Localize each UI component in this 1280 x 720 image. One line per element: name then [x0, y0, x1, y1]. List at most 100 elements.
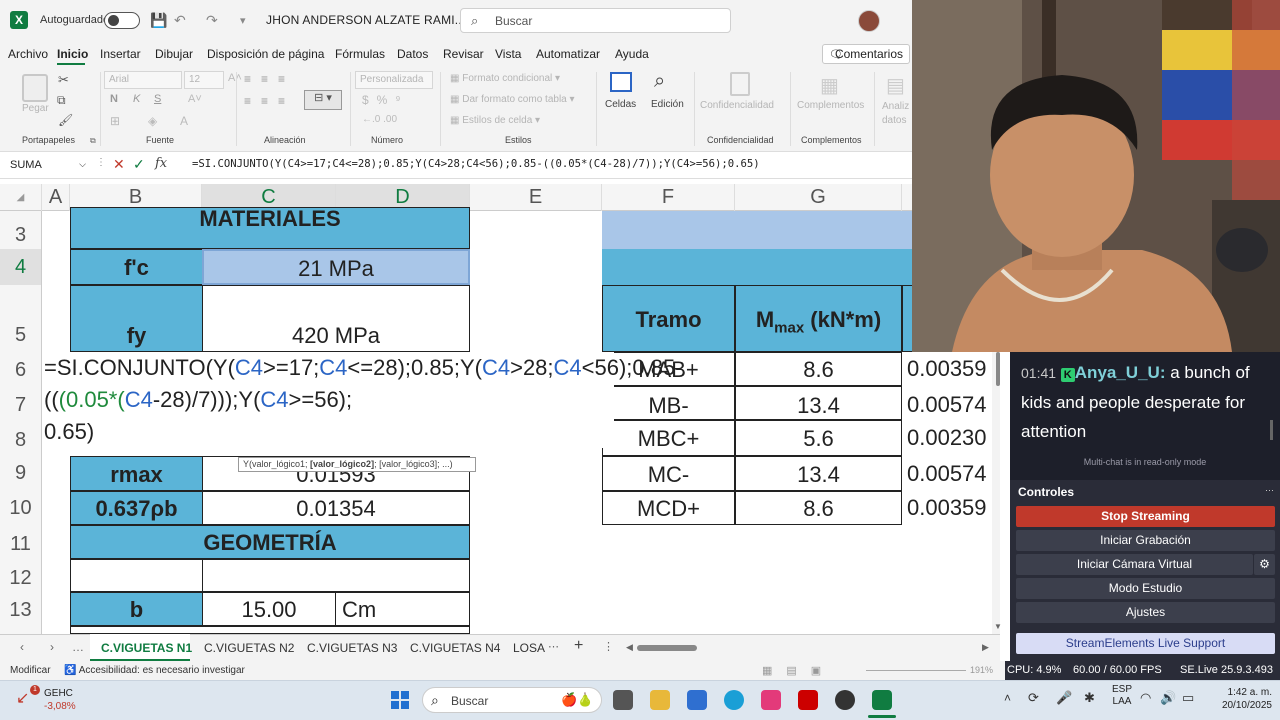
menu-archivo[interactable]: Archivo — [8, 47, 48, 61]
cell-styles-button[interactable]: ▦ Estilos de celda ▾ — [450, 115, 540, 126]
addins-label[interactable]: Complementos — [797, 100, 864, 111]
rpb-label[interactable]: 0.637ρb — [70, 491, 203, 525]
battery-icon[interactable]: ▭ — [1182, 690, 1194, 706]
stock-name[interactable]: GEHC — [44, 688, 73, 699]
conditional-format-button[interactable]: ▦ Formato condicional ▾ — [450, 73, 560, 84]
menu-formulas[interactable]: Fórmulas — [335, 47, 385, 61]
cancel-icon[interactable]: ✕ — [113, 156, 125, 173]
select-all-corner[interactable]: ◢ — [0, 184, 42, 211]
taskbar-search[interactable]: ⌕ Buscar 🍎🍐 — [422, 687, 602, 713]
menu-revisar[interactable]: Revisar — [443, 47, 484, 61]
tab-losa[interactable]: LOSA — [513, 641, 545, 655]
row-header-3[interactable]: 3 — [0, 211, 42, 249]
hscroll-left-icon[interactable]: ◀ — [626, 642, 633, 653]
currency-percent-icons[interactable]: $%⁹ — [362, 93, 408, 107]
more-sheets-icon[interactable]: … — [72, 640, 84, 654]
view-mode-icons[interactable]: ▦▤▣ — [762, 664, 835, 677]
wifi-icon[interactable]: ◠ — [1140, 690, 1151, 706]
font-grow-icon[interactable]: A˄ — [228, 72, 242, 84]
row-header-8[interactable]: 8 — [0, 420, 42, 456]
sync-icon[interactable]: ⟳ — [1028, 690, 1039, 706]
accessibility-status[interactable]: ♿ Accesibilidad: es necesario investigar — [64, 665, 245, 676]
column-header-g[interactable]: G — [735, 184, 902, 211]
cells-label[interactable]: Celdas — [605, 99, 636, 110]
font-size-decrease-icon[interactable]: A˅ — [188, 93, 202, 105]
edit-label[interactable]: Edición — [651, 99, 684, 110]
streamelements-support-button[interactable]: StreamElements Live Support — [1016, 633, 1275, 654]
magnifier-icon[interactable]: ⌕ — [654, 70, 665, 93]
edge-icon[interactable] — [724, 690, 744, 710]
studio-mode-button[interactable]: Modo Estudio — [1016, 578, 1275, 599]
paste-label[interactable]: Pegar — [22, 103, 49, 114]
rmax-label[interactable]: rmax — [70, 456, 203, 491]
mmax-cell[interactable]: 8.6 — [735, 491, 902, 525]
menu-insertar[interactable]: Insertar — [100, 47, 141, 61]
tramo-cell[interactable]: MC- — [602, 456, 735, 491]
enter-icon[interactable]: ✓ — [133, 156, 145, 173]
row-header-5[interactable]: 5 — [0, 285, 42, 352]
add-sheet-icon[interactable]: + — [574, 637, 583, 655]
menu-inicio[interactable]: Inicio — [57, 47, 88, 61]
horizontal-scroll-thumb[interactable] — [637, 645, 697, 651]
redo-icon[interactable]: ↷ — [206, 12, 218, 29]
rpb-value-cell[interactable]: 0.01354 — [202, 491, 470, 525]
font-size-select[interactable]: 12 — [184, 71, 224, 89]
next-sheet-icon[interactable]: › — [50, 640, 54, 654]
mmax-cell[interactable]: 5.6 — [735, 420, 902, 456]
vertical-scroll-thumb[interactable] — [996, 352, 1000, 386]
fy-label[interactable]: fy — [70, 285, 203, 352]
customize-toolbar-icon[interactable]: ▾ — [240, 14, 246, 27]
tab-cviguetas-n3[interactable]: C.VIGUETAS N3 — [307, 641, 397, 655]
cells-icon[interactable] — [610, 72, 632, 92]
cut-icon[interactable]: ✂ — [58, 72, 69, 88]
menu-vista[interactable]: Vista — [495, 47, 521, 61]
sheet-options-icon[interactable]: ⋮ — [603, 640, 614, 653]
empty-cell[interactable] — [202, 559, 470, 592]
netflix-icon[interactable] — [798, 690, 818, 710]
font-color-icon[interactable]: A — [180, 114, 188, 128]
right-header-mid[interactable] — [602, 249, 912, 285]
paste-icon[interactable] — [22, 74, 48, 102]
rho-cell[interactable]: 0.00574 — [907, 386, 997, 420]
file-explorer-icon[interactable] — [650, 690, 670, 710]
settings-button[interactable]: Ajustes — [1016, 602, 1275, 623]
vertical-scrollbar[interactable] — [992, 352, 1000, 634]
undo-icon[interactable]: ↶ — [174, 12, 186, 29]
align-top-icons[interactable]: ≡≡≡ — [244, 72, 295, 86]
start-recording-button[interactable]: Iniciar Grabación — [1016, 530, 1275, 551]
scroll-down-arrow-icon[interactable]: ▼ — [994, 622, 1002, 631]
menu-ayuda[interactable]: Ayuda — [615, 47, 649, 61]
clock[interactable]: 1:42 a. m. 20/10/2025 — [1202, 686, 1272, 712]
name-box[interactable]: SUMA ⌵ — [6, 156, 90, 176]
zoom-slider[interactable] — [866, 670, 966, 671]
windows-start-icon[interactable] — [390, 690, 410, 710]
chat-username[interactable]: Anya_U_U: — [1075, 363, 1166, 382]
empty-cell[interactable] — [70, 559, 203, 592]
tray-chevron-icon[interactable]: ˄ — [1004, 691, 1011, 705]
stock-down-icon[interactable]: ↙ — [16, 688, 29, 708]
language-indicator[interactable]: ESP LAA — [1112, 684, 1132, 708]
cell-formula-editor[interactable]: =SI.CONJUNTO(Y(C4>=17;C4<=28);0.85;Y(C4>… — [44, 352, 683, 448]
column-header-f[interactable]: F — [602, 184, 735, 211]
decimal-icons[interactable]: ←.0 .00 — [362, 114, 397, 125]
formula-input[interactable]: =SI.CONJUNTO(Y(C4>=17;C4<=28);0.85;Y(C4>… — [192, 158, 760, 170]
sheets-list-icon[interactable]: ⋯ — [548, 640, 559, 653]
task-view-icon[interactable] — [613, 690, 633, 710]
mmax-header[interactable]: Mmax (kN*m) — [735, 285, 902, 352]
mmax-cell[interactable]: 13.4 — [735, 456, 902, 491]
search-box[interactable]: ⌕ Buscar — [460, 8, 731, 33]
clipboard-launcher-icon[interactable]: ⧉ — [90, 136, 96, 146]
bold-icon[interactable]: N — [110, 93, 118, 105]
materiales-header[interactable]: MATERIALES — [70, 207, 470, 249]
tramo-cell[interactable]: MB- — [602, 386, 735, 420]
right-header-top[interactable] — [602, 211, 912, 249]
fy-value-cell[interactable]: 420 MPa — [202, 285, 470, 352]
tramo-cell[interactable]: MCD+ — [602, 491, 735, 525]
borders-icon[interactable]: ⊞ — [110, 114, 120, 128]
chat-scrollbar[interactable] — [1270, 420, 1273, 440]
row-header-10[interactable]: 10 — [0, 491, 42, 525]
tab-cviguetas-n2[interactable]: C.VIGUETAS N2 — [204, 641, 294, 655]
virtual-camera-button[interactable]: Iniciar Cámara Virtual — [1016, 554, 1253, 575]
copy-icon[interactable]: ⧉ — [57, 93, 66, 108]
mmax-cell[interactable]: 8.6 — [735, 352, 902, 386]
